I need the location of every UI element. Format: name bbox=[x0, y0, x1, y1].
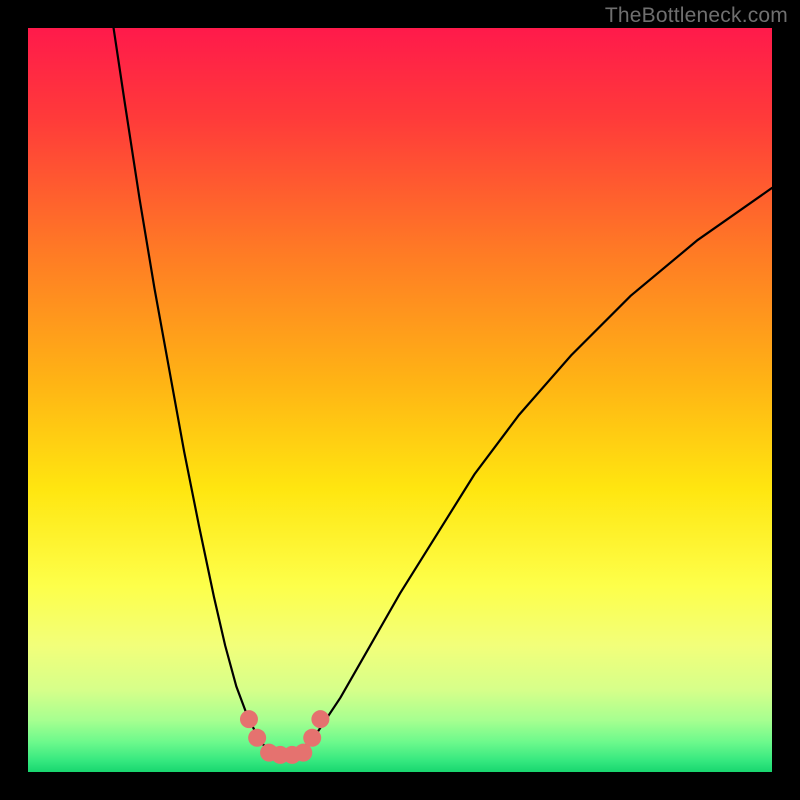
valley-marker bbox=[303, 729, 321, 747]
bottleneck-chart bbox=[28, 28, 772, 772]
valley-marker bbox=[311, 710, 329, 728]
valley-marker bbox=[248, 729, 266, 747]
outer-frame: TheBottleneck.com bbox=[0, 0, 800, 800]
gradient-background bbox=[28, 28, 772, 772]
valley-marker bbox=[240, 710, 258, 728]
watermark-text: TheBottleneck.com bbox=[605, 4, 788, 28]
